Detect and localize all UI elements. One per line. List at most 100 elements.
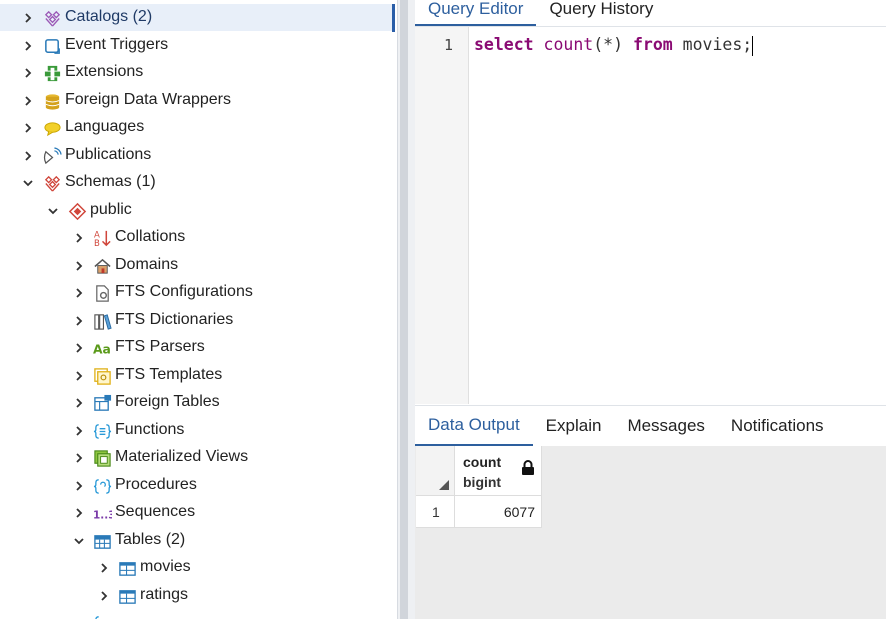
tree-item-label: Foreign Data Wrappers: [65, 91, 231, 108]
tree-item-event-triggers[interactable]: Event Triggers: [0, 32, 394, 59]
table-row[interactable]: 1 6077: [416, 495, 542, 528]
chevron-right-icon[interactable]: [22, 122, 34, 134]
tree-item-functions[interactable]: Functions: [0, 417, 394, 444]
query-tool-pane: Query Editor Query History 1 select coun…: [415, 0, 886, 619]
lock-icon: [522, 460, 534, 475]
chevron-right-icon[interactable]: [73, 342, 85, 354]
tree-item-catalogs[interactable]: Catalogs (2): [0, 4, 394, 31]
chevron-right-icon[interactable]: [22, 95, 34, 107]
tree-item-fts-parsers[interactable]: Aa FTS Parsers: [0, 334, 394, 361]
tree-item-fts-templates[interactable]: FTS Templates: [0, 362, 394, 389]
trigger-functions-icon: [92, 613, 112, 619]
chevron-right-icon[interactable]: [22, 12, 34, 24]
functions-icon: [92, 421, 112, 441]
tree-item-label: Domains: [115, 256, 179, 273]
chevron-down-icon[interactable]: [73, 535, 85, 547]
chevron-down-icon[interactable]: [47, 205, 59, 217]
tree-item-public[interactable]: public: [0, 197, 394, 224]
table-icon: [117, 586, 137, 606]
schema-public-icon: [67, 201, 87, 221]
tree-item-fts-configurations[interactable]: FTS Configurations: [0, 279, 394, 306]
grid-corner-select-all[interactable]: [416, 446, 455, 496]
splitter-grip[interactable]: [400, 0, 408, 619]
chevron-right-icon[interactable]: [73, 507, 85, 519]
row-number[interactable]: 1: [416, 495, 455, 528]
catalogs-icon: [42, 8, 62, 28]
tree-item-schemas[interactable]: Schemas (1): [0, 169, 394, 196]
svg-text:1..3: 1..3: [93, 509, 112, 521]
extensions-icon: [42, 63, 62, 83]
text-cursor: [752, 35, 754, 56]
tree-item-movies[interactable]: movies: [0, 554, 394, 581]
table-reference: movies;: [682, 35, 753, 54]
procedures-icon: [92, 476, 112, 496]
line-number-gutter: 1: [415, 27, 469, 404]
tree-item-foreign-data-wrappers[interactable]: Foreign Data Wrappers: [0, 87, 394, 114]
chevron-right-icon[interactable]: [98, 590, 110, 602]
chevron-right-icon[interactable]: [73, 480, 85, 492]
tree-item-collations[interactable]: AB Collations: [0, 224, 394, 251]
tree-item-label: Collations: [115, 228, 186, 245]
tree-item-procedures[interactable]: Procedures: [0, 472, 394, 499]
tree-item-label: Procedures: [115, 476, 197, 493]
tree-item-label: Event Triggers: [65, 36, 169, 53]
event-triggers-icon: [42, 36, 62, 56]
tree-item-publications[interactable]: Publications: [0, 142, 394, 169]
fts-templates-icon: [92, 366, 112, 386]
tree-item-label: FTS Parsers: [115, 338, 205, 355]
cell-count[interactable]: 6077: [454, 495, 542, 528]
sequences-icon: 1..3: [92, 503, 112, 523]
sql-code-line[interactable]: select count(*) from movies;: [474, 35, 754, 56]
results-tabs: Data Output Explain Messages Notificatio…: [415, 405, 886, 447]
tab-query-editor[interactable]: Query Editor: [415, 0, 537, 26]
chevron-right-icon[interactable]: [22, 40, 34, 52]
tree-item-domains[interactable]: Domains: [0, 252, 394, 279]
table-icon: [117, 558, 137, 578]
chevron-right-icon[interactable]: [98, 562, 110, 574]
column-header-count[interactable]: count bigint: [454, 446, 542, 496]
fts-dictionaries-icon: [92, 311, 112, 331]
chevron-right-icon[interactable]: [73, 287, 85, 299]
chevron-right-icon[interactable]: [73, 425, 85, 437]
tree-item-label: Functions: [115, 421, 185, 438]
languages-icon: [42, 118, 62, 138]
chevron-right-icon[interactable]: [73, 452, 85, 464]
chevron-right-icon[interactable]: [73, 232, 85, 244]
function-args: (*): [593, 35, 624, 54]
tree-item-label: Catalogs (2): [65, 8, 153, 25]
chevron-right-icon[interactable]: [73, 370, 85, 382]
tree-item-languages[interactable]: Languages: [0, 114, 394, 141]
tree-item-label: Languages: [65, 118, 145, 135]
tree-item-tables[interactable]: Tables (2): [0, 527, 394, 554]
tab-query-history[interactable]: Query History: [536, 0, 666, 24]
fts-parsers-icon: Aa: [92, 338, 112, 358]
tree-item-fts-dictionaries[interactable]: FTS Dictionaries: [0, 307, 394, 334]
tree-item-label: movies: [140, 558, 191, 575]
chevron-right-icon[interactable]: [73, 260, 85, 272]
pane-splitter[interactable]: [397, 0, 415, 619]
chevron-right-icon[interactable]: [73, 315, 85, 327]
tree-item-extensions[interactable]: Extensions: [0, 59, 394, 86]
publications-icon: [42, 146, 62, 166]
schemas-icon: [42, 173, 62, 193]
tree-item-sequences[interactable]: 1..3 Sequences: [0, 499, 394, 526]
tree-item-label: ratings: [140, 586, 189, 603]
svg-text:Aa: Aa: [93, 342, 111, 356]
tree-item-partial: [0, 609, 394, 619]
chevron-right-icon[interactable]: [22, 150, 34, 162]
materialized-views-icon: [92, 448, 112, 468]
tree-item-foreign-tables[interactable]: Foreign Tables: [0, 389, 394, 416]
tab-explain[interactable]: Explain: [533, 406, 615, 446]
function-count: count: [543, 35, 594, 54]
tab-data-output[interactable]: Data Output: [415, 406, 533, 446]
chevron-down-icon[interactable]: [22, 177, 34, 189]
tab-messages[interactable]: Messages: [614, 406, 717, 446]
keyword-select: select: [474, 35, 534, 54]
tree-item-ratings[interactable]: ratings: [0, 582, 394, 609]
sql-editor[interactable]: 1 select count(*) from movies;: [415, 27, 886, 404]
tree-item-label: FTS Dictionaries: [115, 311, 234, 328]
chevron-right-icon[interactable]: [22, 67, 34, 79]
chevron-right-icon[interactable]: [73, 397, 85, 409]
tree-item-materialized-views[interactable]: Materialized Views: [0, 444, 394, 471]
tab-notifications[interactable]: Notifications: [718, 406, 837, 446]
